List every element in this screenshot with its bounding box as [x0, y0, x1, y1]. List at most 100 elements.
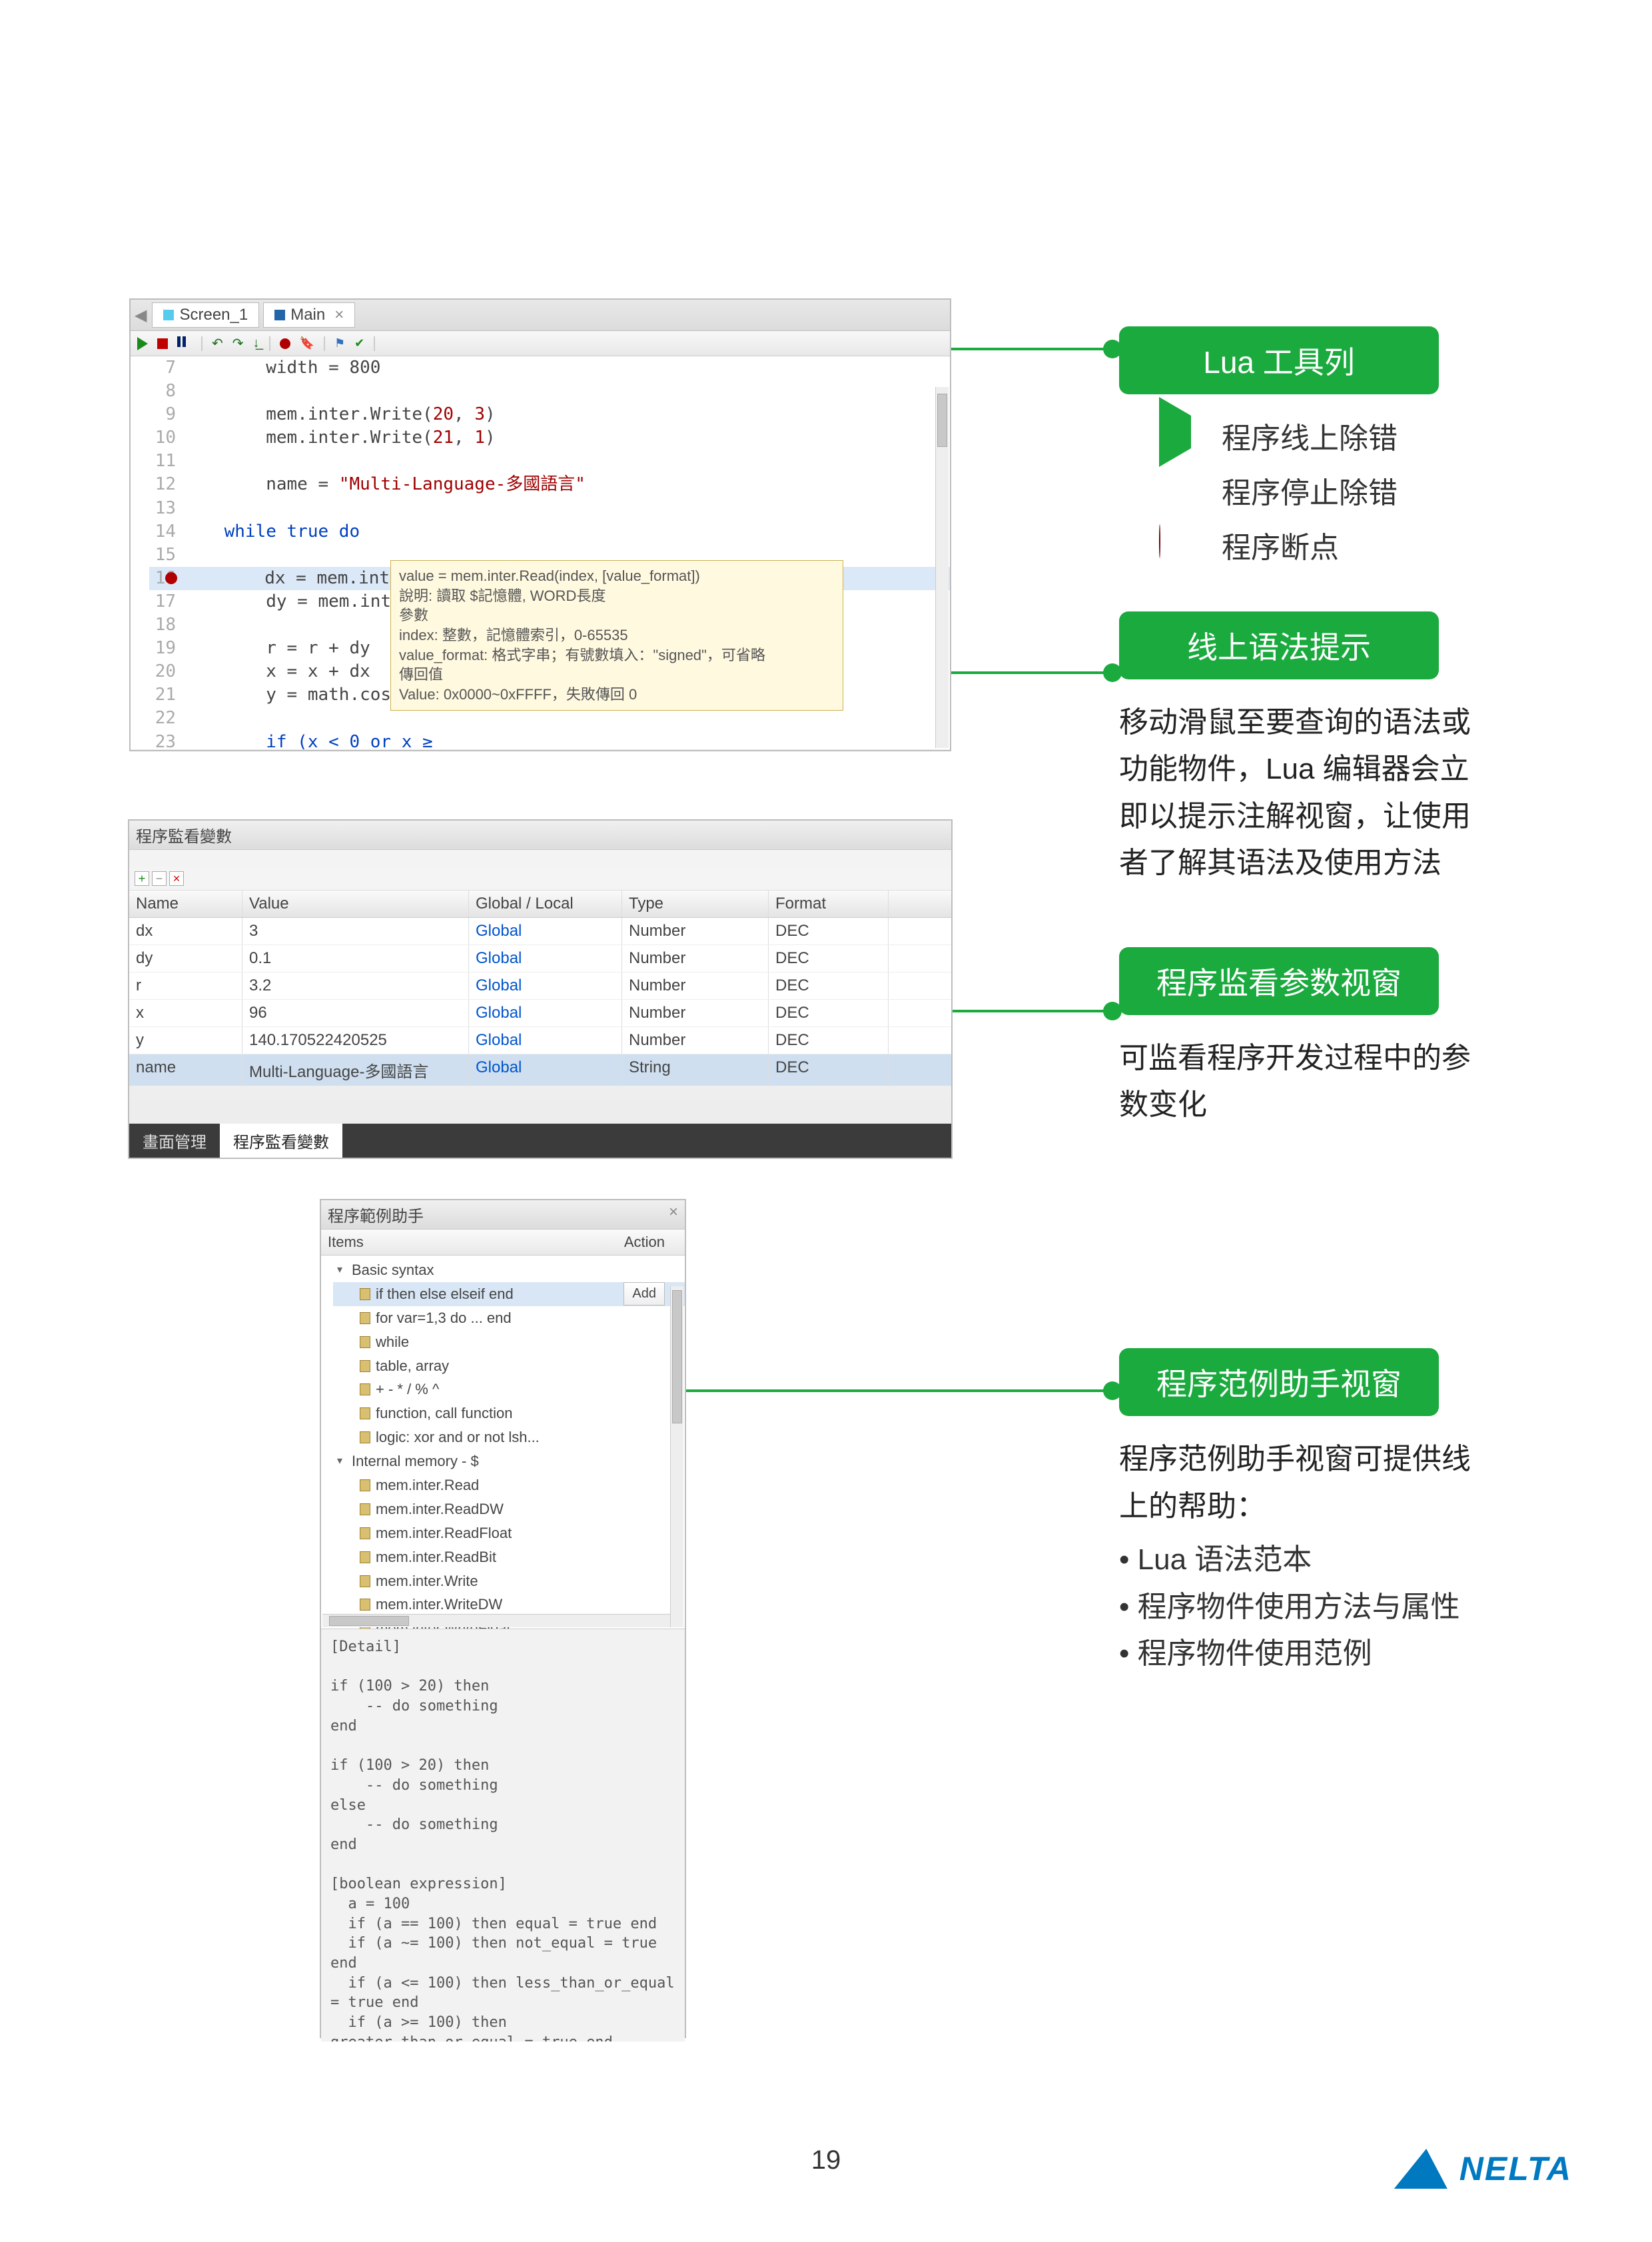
tree-leaf-label: logic: xor and or not lsh... [376, 1427, 540, 1448]
line-number: 15 [149, 544, 183, 567]
watch-row[interactable]: dy0.1GlobalNumberDEC [129, 945, 951, 972]
watch-row[interactable]: r3.2GlobalNumberDEC [129, 972, 951, 1000]
watch-cell: dx [129, 918, 242, 944]
pause-button[interactable] [177, 336, 192, 351]
code-line[interactable]: 8 [149, 380, 950, 403]
line-number: 9 [149, 403, 183, 426]
tree-leaf[interactable]: mem.inter.WriteDW [333, 1593, 685, 1617]
tree-leaf[interactable]: + - * / % ^ [333, 1377, 685, 1401]
code-line[interactable]: 13 [149, 497, 950, 520]
code-text: mem.inter.Write(21, 1) [183, 428, 496, 448]
tab-main[interactable]: Main × [263, 302, 355, 328]
col-name[interactable]: Name [129, 891, 242, 917]
line-number: 21 [149, 683, 183, 707]
watch-cell: Number [622, 1000, 769, 1026]
close-icon[interactable]: × [669, 1203, 678, 1226]
line-number: 18 [149, 613, 183, 637]
document-icon [360, 1599, 370, 1611]
tree-basic-syntax[interactable]: ▾Basic syntax [333, 1258, 685, 1282]
code-text: x = x + dx [183, 661, 370, 681]
stop-button[interactable] [157, 338, 168, 349]
horizontal-scrollbar[interactable] [322, 1614, 670, 1627]
tree-leaf[interactable]: if then else elseif end Add [333, 1282, 685, 1306]
tree-leaf[interactable]: function, call function [333, 1401, 685, 1425]
add-variable-button[interactable]: + [135, 871, 149, 886]
connector-toolbar [939, 348, 1112, 350]
watch-window-title: 程序監看變數 [129, 821, 951, 850]
bookmark-icon[interactable]: 🔖 [300, 336, 314, 350]
tree-leaf[interactable]: mem.inter.ReadBit [333, 1545, 685, 1569]
code-editor[interactable]: 7 width = 80089 mem.inter.Write(20, 3)10… [131, 356, 950, 749]
tree-leaf-label: + - * / % ^ [376, 1379, 439, 1400]
code-line[interactable]: 14 while true do [149, 520, 950, 544]
watch-cell: Number [622, 918, 769, 944]
tree-leaf[interactable]: for var=1,3 do ... end [333, 1306, 685, 1330]
flag-icon[interactable]: ⚑ [334, 336, 345, 350]
bottom-tab-screens[interactable]: 畫面管理 [129, 1124, 220, 1158]
tree-leaf[interactable]: table, array [333, 1354, 685, 1378]
breakpoint-icon [1159, 524, 1160, 558]
vertical-scrollbar[interactable] [670, 1286, 683, 1627]
tooltip-line: value_format: 格式字串；有號數填入："signed"，可省略 [399, 645, 835, 665]
line-number: 22 [149, 707, 183, 730]
assist-detail: [Detail] if (100 > 20) then -- do someth… [321, 1629, 685, 2042]
tree-leaf[interactable]: mem.inter.ReadFloat [333, 1521, 685, 1545]
tree-leaf[interactable]: mem.inter.ReadDW [333, 1497, 685, 1521]
assist-intro: 程序范例助手视窗可提供线上的帮助： [1119, 1436, 1492, 1530]
code-line[interactable]: 12 name = "Multi-Language-多國語言" [149, 473, 950, 496]
code-text: mem.inter.Write(20, 3) [183, 404, 496, 424]
watch-cell: Global [469, 945, 622, 972]
col-format[interactable]: Format [769, 891, 889, 917]
code-line[interactable]: 11 [149, 450, 950, 473]
col-scope[interactable]: Global / Local [469, 891, 622, 917]
close-icon[interactable]: × [334, 306, 344, 324]
document-icon [360, 1503, 370, 1515]
vertical-scrollbar[interactable] [935, 387, 949, 748]
col-type[interactable]: Type [622, 891, 769, 917]
remove-variable-button[interactable]: − [152, 871, 167, 886]
tooltip-line: value = mem.inter.Read(index, [value_for… [399, 566, 835, 586]
logo-text: NELTA [1459, 2149, 1572, 2188]
tree-leaf[interactable]: while [333, 1330, 685, 1354]
code-line[interactable]: 23 if (x < 0 or x ≥ [149, 731, 950, 750]
add-button[interactable]: Add [623, 1282, 665, 1306]
watch-cell: DEC [769, 1054, 889, 1086]
code-line[interactable]: 7 width = 800 [149, 356, 950, 380]
code-line[interactable]: 10 mem.inter.Write(21, 1) [149, 426, 950, 450]
assist-tree: ▾Basic syntax if then else elseif end Add… [321, 1256, 685, 1629]
watch-row[interactable]: dx3GlobalNumberDEC [129, 918, 951, 945]
separator-icon [201, 336, 203, 351]
tree-leaf[interactable]: mem.inter.Write [333, 1569, 685, 1593]
col-value[interactable]: Value [242, 891, 469, 917]
tree-leaf-label: if then else elseif end [376, 1284, 514, 1305]
step-back-icon[interactable]: ↶ [212, 335, 223, 352]
run-button[interactable] [137, 337, 148, 350]
bottom-tab-watch[interactable]: 程序監看變數 [220, 1124, 342, 1158]
line-number: 10 [149, 426, 183, 450]
watch-row[interactable]: nameMulti-Language-多國語言GlobalStringDEC [129, 1054, 951, 1086]
watch-row[interactable]: x96GlobalNumberDEC [129, 1000, 951, 1027]
step-over-icon[interactable]: ↷ [232, 335, 244, 352]
col-items[interactable]: Items [328, 1234, 364, 1251]
tree-internal-label: Internal memory - $ [352, 1451, 479, 1472]
watch-row[interactable]: y140.170522420525GlobalNumberDEC [129, 1027, 951, 1054]
line-number: 19 [149, 637, 183, 660]
tooltip-line: 說明: 讀取 $記憶體, WORD長度 [399, 586, 835, 606]
code-text: name = "Multi-Language-多國語言" [183, 474, 586, 494]
document-icon [360, 1575, 370, 1587]
breakpoint-button[interactable] [280, 338, 290, 349]
watch-cell: 140.170522420525 [242, 1027, 469, 1054]
tab-screen[interactable]: Screen_1 [152, 302, 259, 328]
code-line[interactable]: 9 mem.inter.Write(20, 3) [149, 403, 950, 426]
line-number: 11 [149, 450, 183, 473]
check-icon[interactable]: ✔ [354, 336, 364, 350]
tree-internal-memory[interactable]: ▾Internal memory - $ [333, 1449, 685, 1473]
assist-columns: Items Action [321, 1230, 685, 1256]
delete-variable-button[interactable]: × [169, 871, 184, 886]
tree-leaf[interactable]: logic: xor and or not lsh... [333, 1425, 685, 1449]
tree-leaf[interactable]: mem.inter.Read [333, 1473, 685, 1497]
step-out-icon[interactable]: ↓̲ [253, 336, 260, 351]
tree-leaf-label: mem.inter.Write [376, 1571, 478, 1592]
col-action[interactable]: Action [624, 1234, 665, 1251]
code-text: if (x < 0 or x ≥ [183, 732, 433, 750]
